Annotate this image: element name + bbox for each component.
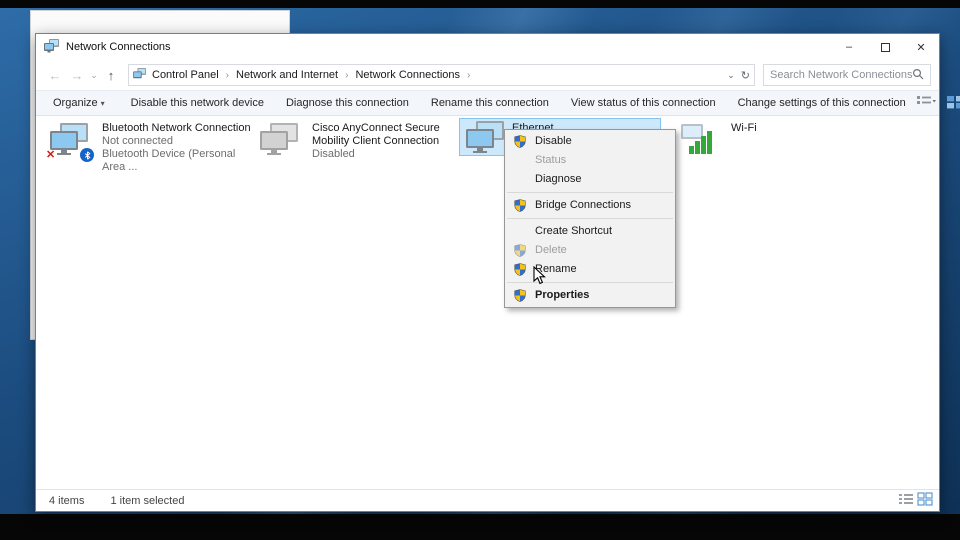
connection-name: Bluetooth Network Connection (102, 122, 256, 135)
uac-shield-icon (514, 263, 526, 283)
menu-separator (507, 218, 673, 219)
connection-bluetooth[interactable]: ✕ Bluetooth Network Connection Not conne… (48, 122, 256, 174)
connection-status: Not connected (102, 135, 256, 148)
menu-item-bridge-connections[interactable]: Bridge Connections (505, 196, 675, 215)
disabled-connection-icon (258, 122, 302, 160)
menu-item-label: Diagnose (535, 173, 581, 185)
network-connections-window: Network Connections – ✕ ← → ⌄ ↑ (35, 33, 940, 512)
selection-count: 1 item selected (110, 495, 184, 507)
address-bar[interactable]: Control Panel › Network and Internet › N… (128, 64, 755, 86)
window-icon (44, 39, 60, 56)
address-icon (133, 68, 147, 83)
menu-separator (507, 192, 673, 193)
chevron-icon[interactable]: › (222, 70, 233, 81)
wifi-signal-icon (677, 122, 721, 160)
maximize-icon (881, 43, 890, 52)
menu-item-delete[interactable]: Delete (505, 241, 675, 260)
breadcrumb-network-and-internet[interactable]: Network and Internet (233, 69, 341, 81)
command-toolbar: Organize▾ Disable this network device Di… (36, 90, 939, 116)
organize-label: Organize (53, 97, 98, 109)
connection-name: Wi-Fi (731, 122, 757, 135)
menu-item-properties[interactable]: Properties (505, 286, 675, 305)
titlebar[interactable]: Network Connections – ✕ (36, 34, 939, 60)
connection-device: Bluetooth Device (Personal Area ... (102, 148, 256, 174)
address-dropdown-icon[interactable]: ⌄ (727, 70, 735, 81)
uac-shield-icon (514, 199, 526, 219)
back-button[interactable]: ← (44, 68, 66, 83)
menu-item-label: Disable (535, 135, 572, 147)
change-settings-button[interactable]: Change settings of this connection (727, 97, 917, 109)
refresh-icon[interactable]: ↻ (741, 69, 750, 82)
item-count: 4 items (49, 495, 84, 507)
diagnose-connection-button[interactable]: Diagnose this connection (275, 97, 420, 109)
minimize-button[interactable]: – (831, 34, 867, 60)
connections-list: ✕ Bluetooth Network Connection Not conne… (36, 116, 939, 491)
chevron-down-icon: ▾ (101, 99, 105, 108)
menu-item-label: Create Shortcut (535, 225, 612, 237)
disable-device-button[interactable]: Disable this network device (120, 97, 275, 109)
menu-item-rename[interactable]: Rename (505, 260, 675, 279)
search-input[interactable] (770, 69, 912, 81)
context-menu: Disable Status Diagnose Bridge Connectio… (504, 129, 676, 308)
menu-item-label: Bridge Connections (535, 199, 631, 211)
forward-button[interactable]: → (66, 68, 88, 83)
close-icon: ✕ (916, 41, 925, 54)
breadcrumb-control-panel[interactable]: Control Panel (149, 69, 222, 81)
large-icons-view-icon[interactable] (917, 492, 933, 509)
uac-shield-icon (514, 289, 526, 309)
search-icon[interactable] (912, 68, 924, 83)
rename-connection-button[interactable]: Rename this connection (420, 97, 560, 109)
bluetooth-icon (80, 148, 94, 162)
menu-item-create-shortcut[interactable]: Create Shortcut (505, 222, 675, 241)
menu-item-label: Delete (535, 244, 567, 256)
view-status-button[interactable]: View status of this connection (560, 97, 727, 109)
menu-item-status[interactable]: Status (505, 151, 675, 170)
organize-button[interactable]: Organize▾ (42, 97, 116, 109)
screen: Network Connections – ✕ ← → ⌄ ↑ (0, 0, 960, 540)
view-details-icon[interactable] (947, 95, 960, 112)
up-button[interactable]: ↑ (100, 68, 122, 83)
maximize-button[interactable] (867, 34, 903, 60)
history-dropdown-icon[interactable]: ⌄ (88, 70, 100, 81)
status-bar: 4 items 1 item selected (36, 489, 939, 511)
chevron-icon[interactable]: › (341, 70, 352, 81)
navigation-bar: ← → ⌄ ↑ Control Panel › Network and Inte… (36, 60, 939, 90)
not-connected-x-icon: ✕ (46, 148, 55, 161)
connection-cisco[interactable]: Cisco AnyConnect Secure Mobility Client … (258, 122, 458, 161)
ethernet-connection-icon (464, 120, 508, 158)
bluetooth-connection-icon: ✕ (48, 122, 92, 160)
details-view-icon[interactable] (898, 492, 914, 509)
window-title: Network Connections (66, 41, 171, 53)
view-list-icon[interactable] (917, 95, 937, 112)
connection-name: Cisco AnyConnect Secure Mobility Client … (312, 122, 458, 148)
menu-item-diagnose[interactable]: Diagnose (505, 170, 675, 189)
menu-separator (507, 282, 673, 283)
menu-item-label: Status (535, 154, 566, 166)
menu-item-disable[interactable]: Disable (505, 132, 675, 151)
breadcrumb-network-connections[interactable]: Network Connections (352, 69, 463, 81)
close-button[interactable]: ✕ (903, 34, 939, 60)
mouse-cursor (533, 266, 547, 291)
connection-wifi[interactable]: Wi-Fi (677, 122, 787, 160)
chevron-icon[interactable]: › (463, 70, 474, 81)
connection-status: Disabled (312, 148, 458, 161)
minimize-icon: – (846, 41, 852, 53)
search-box[interactable] (763, 64, 931, 86)
